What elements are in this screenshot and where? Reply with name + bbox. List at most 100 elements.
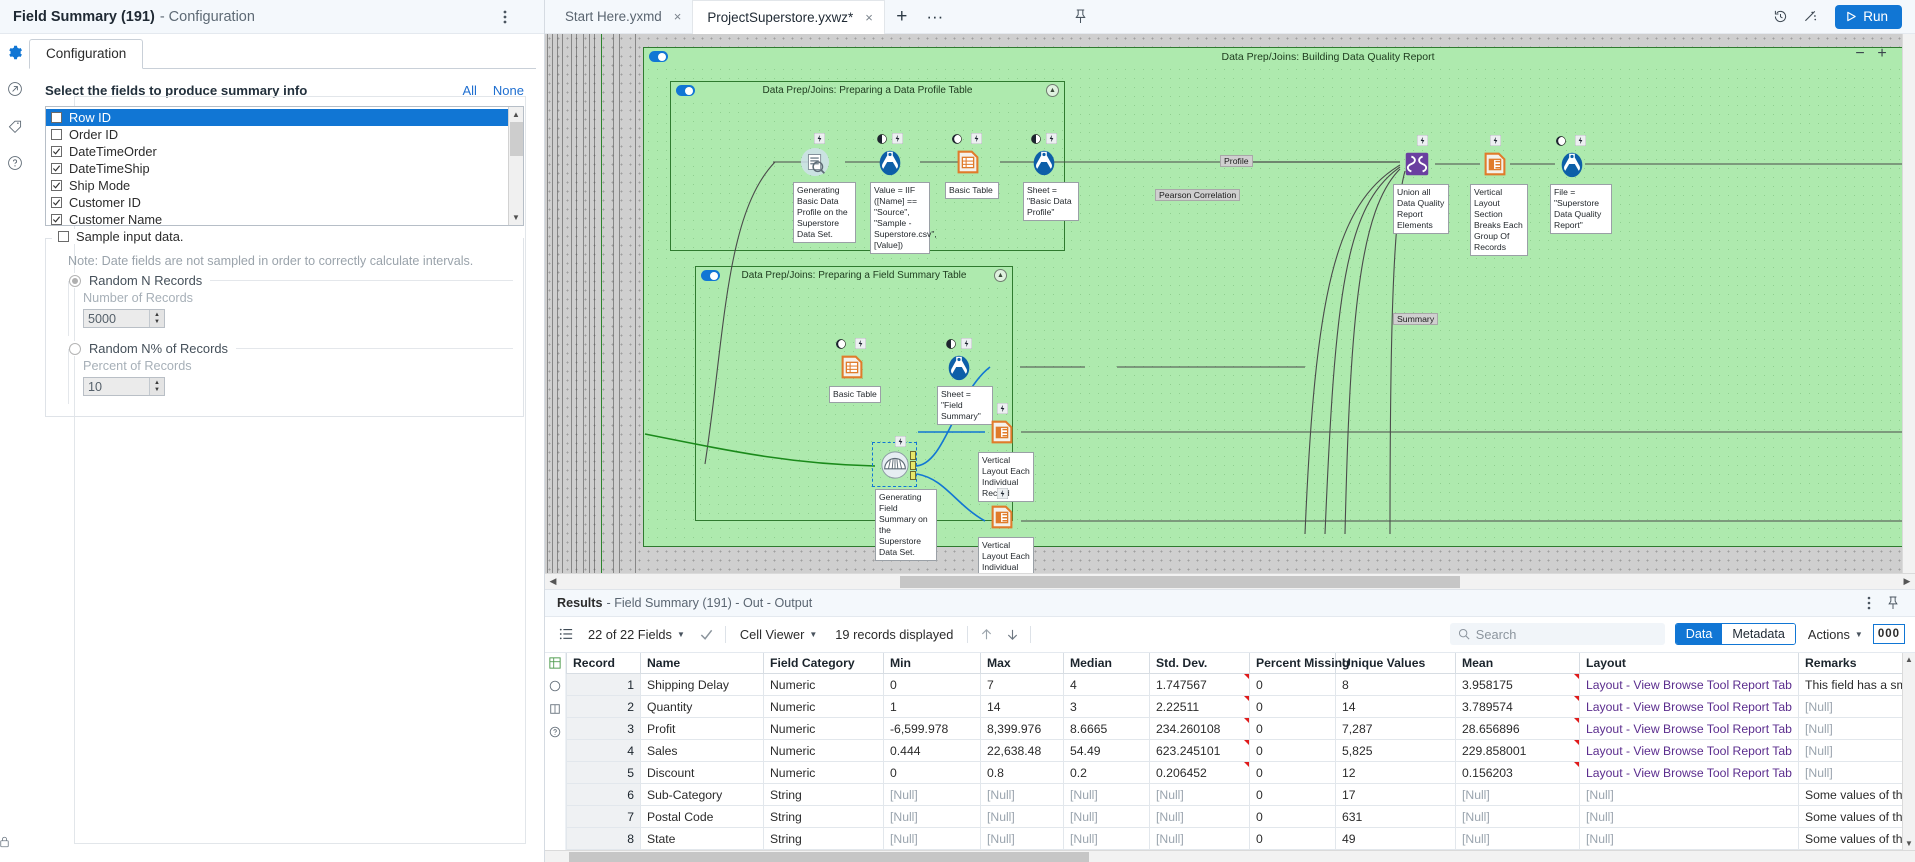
results-horizontal-scrollbar[interactable] bbox=[545, 850, 1915, 862]
container-header[interactable]: Data Prep/Joins: Building Data Quality R… bbox=[644, 48, 1915, 65]
node-layout-each-record-2[interactable] bbox=[985, 488, 1018, 533]
arrow-down-icon[interactable] bbox=[999, 621, 1025, 647]
random-pct-header[interactable]: Random N% of Records bbox=[69, 341, 236, 356]
table-column-header[interactable]: Median bbox=[1063, 652, 1150, 674]
grid-icon[interactable] bbox=[548, 656, 563, 671]
grid-scroll-down[interactable]: ▼ bbox=[1905, 839, 1913, 848]
record-count-badge[interactable]: 000 bbox=[1872, 624, 1905, 644]
percent-of-records-stepper[interactable]: 10 ▲ ▼ bbox=[83, 377, 165, 396]
random-pct-radio[interactable] bbox=[69, 342, 81, 355]
search-input[interactable]: Search bbox=[1449, 623, 1665, 645]
table-column-header[interactable]: Max bbox=[980, 652, 1064, 674]
close-icon[interactable]: × bbox=[865, 10, 873, 25]
field-list[interactable]: Row ID Order ID DateTimeOrder DateTimeShip S… bbox=[45, 106, 524, 226]
tab-data[interactable]: Data bbox=[1675, 624, 1723, 644]
field-list-item[interactable]: Ship Mode bbox=[46, 177, 523, 194]
pin-icon[interactable] bbox=[1066, 0, 1094, 34]
field-list-item[interactable]: DateTimeShip bbox=[46, 160, 523, 177]
table-column-header[interactable]: Min bbox=[883, 652, 981, 674]
collapse-icon-summary[interactable]: ▲ bbox=[994, 269, 1007, 282]
profile-icon[interactable] bbox=[548, 679, 563, 694]
output-port-r[interactable] bbox=[910, 461, 916, 470]
tabs-overflow-button[interactable]: ··· bbox=[919, 0, 951, 34]
field-list-item[interactable]: Customer ID bbox=[46, 194, 523, 211]
node-layout-section-breaks[interactable] bbox=[1478, 135, 1511, 180]
field-checkbox[interactable] bbox=[51, 214, 62, 225]
table-column-header[interactable]: Remarks bbox=[1798, 652, 1902, 674]
stepper-arrows-pct[interactable]: ▲ ▼ bbox=[149, 378, 164, 395]
container-header-summary[interactable]: Data Prep/Joins: Preparing a Field Summa… bbox=[696, 267, 1012, 284]
sample-input-header[interactable]: Sample input data. bbox=[52, 229, 190, 244]
history-icon[interactable] bbox=[1766, 0, 1794, 34]
zoom-in-button[interactable]: + bbox=[1871, 43, 1893, 65]
field-checkbox[interactable] bbox=[51, 129, 62, 140]
field-list-scrollbar[interactable]: ▲ ▼ bbox=[508, 107, 523, 225]
data-metadata-toggle[interactable]: Data Metadata bbox=[1674, 623, 1796, 645]
node-union[interactable] bbox=[1400, 135, 1433, 180]
table-row[interactable]: 4 Sales Numeric 0.444 22,638.48 54.49 623.2451… bbox=[566, 739, 1902, 762]
run-button[interactable]: Run bbox=[1835, 4, 1902, 29]
container-toggle-summary[interactable] bbox=[701, 270, 720, 281]
tab-configuration[interactable]: Configuration bbox=[29, 39, 144, 69]
output-port-o[interactable] bbox=[910, 451, 916, 460]
table-row[interactable]: 5 Discount Numeric 0 0.8 0.2 0.206452 0 12 0.1562… bbox=[566, 761, 1902, 784]
container-header-profile[interactable]: Data Prep/Joins: Preparing a Data Profil… bbox=[671, 82, 1064, 99]
field-checkbox[interactable] bbox=[51, 180, 62, 191]
number-of-records-stepper[interactable]: 5000 ▲ ▼ bbox=[83, 309, 165, 328]
arrow-up-icon[interactable] bbox=[973, 621, 999, 647]
table-column-header[interactable]: Std. Dev. bbox=[1149, 652, 1250, 674]
table-column-header[interactable]: Layout bbox=[1579, 652, 1799, 674]
document-tab[interactable]: Start Here.yxmd × bbox=[551, 0, 692, 34]
collapse-icon-profile[interactable]: ▲ bbox=[1046, 84, 1059, 97]
results-menu-icon[interactable] bbox=[1859, 592, 1879, 614]
stepper-arrows[interactable]: ▲ ▼ bbox=[149, 310, 164, 327]
column-icon[interactable] bbox=[548, 702, 563, 717]
gear-icon[interactable] bbox=[5, 42, 25, 62]
canvas-vertical-scrollbar[interactable] bbox=[1902, 34, 1915, 573]
node-render-basic-profile[interactable] bbox=[1027, 133, 1060, 178]
results-pin-icon[interactable] bbox=[1883, 592, 1903, 614]
table-column-header[interactable]: Field Category bbox=[763, 652, 884, 674]
arrow-out-icon[interactable] bbox=[5, 79, 25, 99]
container-toggle[interactable] bbox=[649, 51, 668, 62]
table-column-header[interactable]: Name bbox=[640, 652, 764, 674]
field-checkbox[interactable] bbox=[51, 163, 62, 174]
canvas-horizontal-scrollbar[interactable]: ◀ ▶ bbox=[545, 572, 1915, 589]
node-render-report[interactable] bbox=[1555, 135, 1588, 180]
field-list-item[interactable]: Order ID bbox=[46, 126, 523, 143]
random-n-radio[interactable] bbox=[69, 274, 81, 287]
field-list-item[interactable]: DateTimeOrder bbox=[46, 143, 523, 160]
sample-input-checkbox[interactable] bbox=[58, 231, 69, 242]
help-icon[interactable] bbox=[5, 153, 25, 173]
field-checkbox[interactable] bbox=[51, 146, 62, 157]
container-toggle-profile[interactable] bbox=[676, 85, 695, 96]
results-hscroll-thumb[interactable] bbox=[569, 852, 1089, 862]
tab-metadata[interactable]: Metadata bbox=[1722, 624, 1795, 644]
hscroll-right-arrow[interactable]: ▶ bbox=[1899, 576, 1915, 587]
results-vertical-scrollbar[interactable]: ▲ ▼ bbox=[1902, 652, 1915, 850]
table-row[interactable]: 2 Quantity Numeric 1 14 3 2.22511 0 14 3.789574 La… bbox=[566, 695, 1902, 718]
panel-menu-icon[interactable] bbox=[491, 0, 519, 34]
check-icon[interactable] bbox=[694, 621, 720, 647]
cell-viewer-dropdown[interactable]: Cell Viewer ▼ bbox=[731, 627, 826, 642]
table-column-header[interactable]: Record bbox=[566, 652, 641, 674]
node-field-summary-selected[interactable] bbox=[872, 436, 917, 487]
node-basic-table-summary[interactable] bbox=[835, 338, 868, 383]
scroll-down-arrow[interactable]: ▼ bbox=[508, 210, 523, 225]
random-n-header[interactable]: Random N Records bbox=[69, 273, 211, 288]
table-row[interactable]: 8 State String [Null] [Null] [Null] [Null] 0 49[… bbox=[566, 827, 1902, 850]
table-column-header[interactable]: Mean bbox=[1455, 652, 1580, 674]
scroll-thumb[interactable] bbox=[510, 122, 523, 156]
new-tab-button[interactable]: + bbox=[885, 0, 919, 34]
table-row[interactable]: 3 Profit Numeric -6,599.978 8,399.976 8.6665 2… bbox=[566, 717, 1902, 740]
hscroll-thumb[interactable] bbox=[900, 575, 1460, 588]
insights-icon[interactable] bbox=[1796, 0, 1824, 34]
container-preparing-data-profile-table[interactable]: Data Prep/Joins: Preparing a Data Profil… bbox=[670, 81, 1065, 251]
output-port-i[interactable] bbox=[910, 471, 916, 480]
tag-icon[interactable] bbox=[5, 116, 25, 136]
grid-scroll-up[interactable]: ▲ bbox=[1905, 655, 1913, 664]
workflow-canvas[interactable]: Data Prep/Joins: Building Data Quality R… bbox=[545, 34, 1915, 589]
table-column-header[interactable]: Unique Values bbox=[1335, 652, 1456, 674]
field-list-item[interactable]: Customer Name bbox=[46, 211, 523, 225]
lock-icon[interactable] bbox=[0, 834, 12, 854]
